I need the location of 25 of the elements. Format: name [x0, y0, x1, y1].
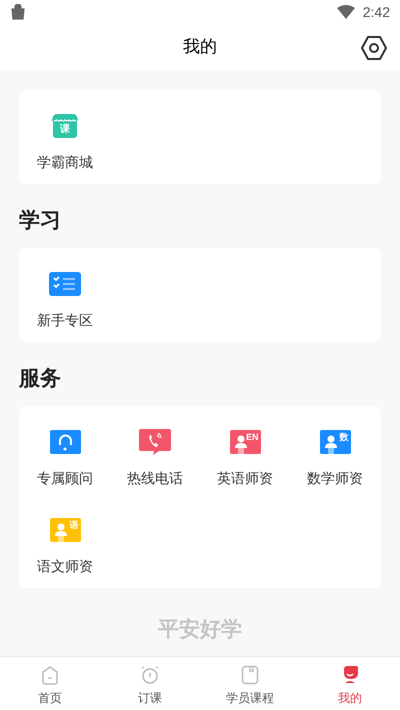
settings-icon[interactable] — [361, 35, 387, 61]
menu-item[interactable]: 数 数学师资 — [290, 408, 380, 496]
section-heading: 学习 — [19, 208, 62, 234]
menu-item[interactable]: 课 学霸商城 — [20, 92, 110, 180]
nav-tab[interactable]: 首页 — [0, 657, 100, 710]
teacher-icon: 语 — [50, 518, 80, 542]
menu-item[interactable]: 专属顾问 — [20, 408, 110, 496]
menu-item[interactable]: 新手专区 — [20, 250, 110, 338]
page-title: 我的 — [183, 36, 217, 58]
teacher-icon: EN — [230, 430, 260, 454]
nav-tab[interactable]: 学员课程 — [200, 657, 300, 710]
home-icon — [41, 664, 59, 684]
section-heading: 服务 — [19, 366, 62, 392]
menu-item[interactable]: 语 语文师资 — [20, 496, 110, 584]
book-icon — [241, 664, 259, 684]
wifi-icon — [336, 5, 355, 19]
nav-tab[interactable]: 我的 — [300, 657, 400, 710]
alarm-clock-icon — [140, 664, 160, 684]
menu-item[interactable]: EN 英语师资 — [200, 408, 290, 496]
profile-icon — [341, 664, 359, 684]
teacher-icon: 数 — [320, 430, 350, 454]
bag-icon — [10, 4, 26, 20]
menu-item[interactable]: 热线电话 — [110, 408, 200, 496]
status-time: 2:42 — [362, 2, 390, 22]
nav-tab[interactable]: 订课 — [100, 657, 200, 710]
